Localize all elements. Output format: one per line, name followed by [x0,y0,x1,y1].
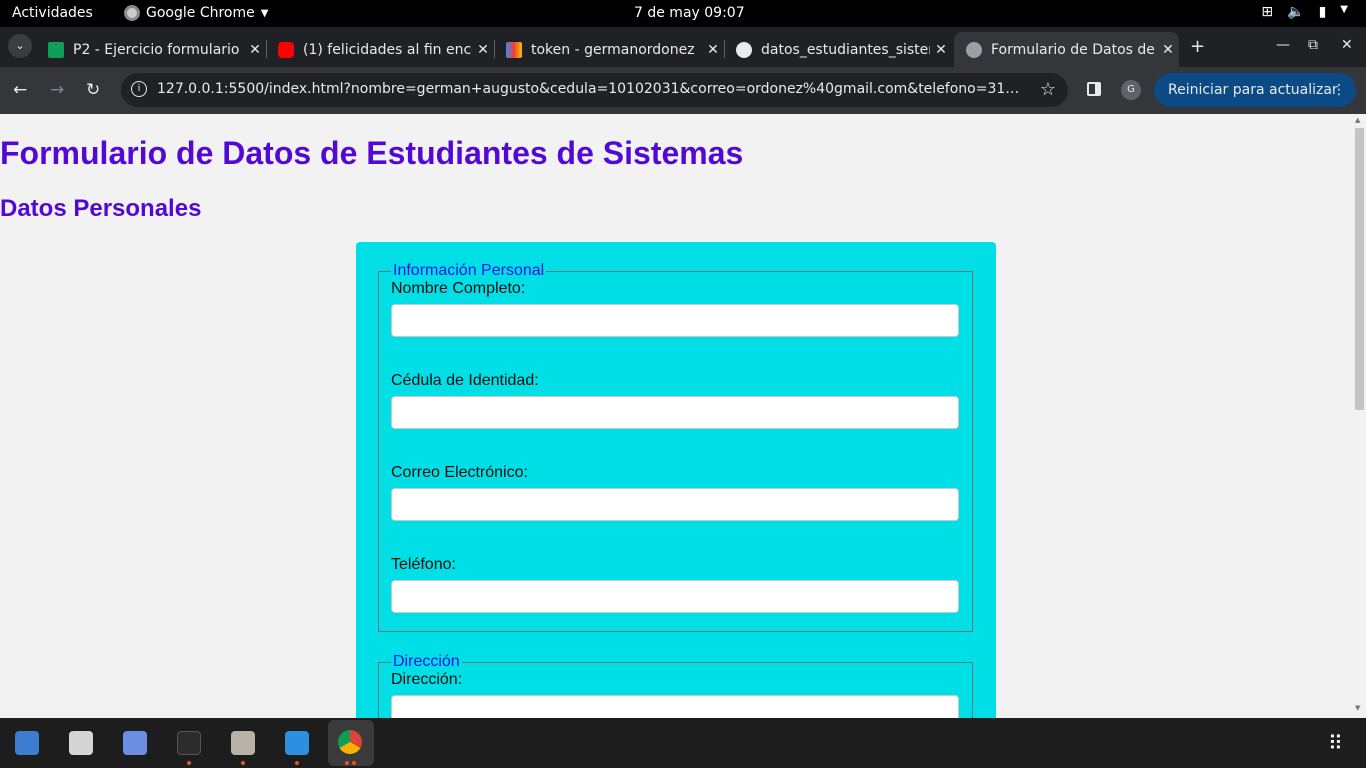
legend-personal-info: Información Personal [393,262,545,279]
close-icon[interactable]: ✕ [244,42,266,58]
input-direccion[interactable] [391,695,959,718]
network-icon: ⊞ [1261,4,1274,20]
running-indicator [345,761,349,765]
files-icon [231,731,255,755]
running-indicator [187,761,191,765]
url-text[interactable]: 127.0.0.1:5500/index.html?nombre=german+… [157,81,1027,97]
image-viewer-icon [69,731,93,755]
tab-github[interactable]: datos_estudiantes_sistemas ✕ [724,32,952,67]
dock-files[interactable] [224,724,262,762]
tab-title: datos_estudiantes_sistemas [761,41,930,58]
label-correo: Correo Electrónico: [391,464,528,481]
github-icon [736,41,752,58]
dock-terminal[interactable] [170,724,208,762]
browser-toolbar: ← → ↻ i 127.0.0.1:5500/index.html?nombre… [0,67,1366,114]
input-telefono[interactable] [391,580,959,613]
close-window-button[interactable]: ✕ [1341,37,1353,53]
vscode-icon [285,731,309,755]
tab-formulario-active[interactable]: Formulario de Datos de Estudiantes ✕ [954,32,1179,67]
tab-search-button[interactable]: ⌄ [8,34,32,58]
dock: ⠿ [0,718,1366,768]
label-direccion: Dirección: [391,671,463,688]
chrome-icon [338,730,362,754]
back-arrow-icon[interactable]: ← [13,80,27,100]
legend-address: Dirección [393,653,460,670]
scrollbar-thumb[interactable] [1355,128,1364,410]
tab-gmail[interactable]: token - germanordonez ✕ [494,32,724,67]
dock-text-editor[interactable] [8,724,46,762]
system-tray[interactable]: ⊞ 🔈 ▮ ▼ [1261,4,1348,20]
vertical-scrollbar[interactable]: ▲ ▼ [1352,114,1366,718]
terminal-icon [177,731,201,755]
input-cedula[interactable] [391,396,959,429]
screenshot-icon [123,731,147,755]
running-indicator [352,761,356,765]
close-icon[interactable]: ✕ [1157,42,1179,58]
volume-icon: 🔈 [1287,4,1305,20]
update-label: Reiniciar para actualizar [1168,82,1338,98]
running-indicator [295,761,299,765]
dock-image-viewer[interactable] [62,724,100,762]
fieldset-personal-info: Información Personal Nombre Completo: Cé… [378,262,973,632]
label-telefono: Teléfono: [391,556,456,573]
chrome-icon [124,5,140,21]
side-panel-icon[interactable] [1087,82,1101,96]
close-icon[interactable]: ✕ [702,42,724,58]
chevron-down-icon: ▼ [260,7,269,19]
profile-avatar[interactable]: G [1121,80,1141,100]
tab-title: Formulario de Datos de Estudiantes [991,41,1157,58]
new-tab-button[interactable]: + [1190,36,1205,57]
scroll-up-arrow-icon[interactable]: ▲ [1355,116,1360,124]
maximize-button[interactable]: ⧉ [1308,37,1318,53]
globe-icon [966,41,982,58]
minimize-button[interactable]: — [1276,37,1290,53]
tab-title: (1) felicidades al fin encontré [303,41,472,58]
classroom-icon [48,41,64,58]
reload-icon[interactable]: ↻ [86,80,100,100]
input-correo[interactable] [391,488,959,521]
student-form: Información Personal Nombre Completo: Cé… [356,242,996,718]
chevron-down-icon: ▼ [1340,4,1348,15]
relaunch-update-button[interactable]: Reiniciar para actualizar ⋮ [1154,73,1356,107]
close-icon[interactable]: ✕ [930,42,952,58]
bookmark-star-icon[interactable]: ☆ [1040,79,1056,100]
system-top-bar: Actividades Google Chrome ▼ 7 de may 09:… [0,0,1366,27]
close-icon[interactable]: ✕ [472,42,494,58]
input-nombre[interactable] [391,304,959,337]
clock[interactable]: 7 de may 09:07 [634,5,745,21]
page-title: Formulario de Datos de Estudiantes de Si… [0,135,744,171]
gmail-icon [506,41,522,58]
section-subtitle: Datos Personales [0,195,202,222]
label-nombre: Nombre Completo: [391,280,526,297]
forward-arrow-icon[interactable]: → [50,80,64,100]
dock-screenshot[interactable] [116,724,154,762]
text-editor-icon [15,731,39,755]
tab-title: P2 - Ejercicio formulario [73,41,240,58]
dock-chrome[interactable] [328,720,374,766]
fieldset-address: Dirección Dirección: [378,653,973,718]
app-menu[interactable]: Google Chrome ▼ [124,5,268,21]
tab-strip: ⌄ P2 - Ejercicio formulario ✕ (1) felici… [0,27,1366,67]
tab-p2-ejercicio[interactable]: P2 - Ejercicio formulario ✕ [36,32,266,67]
tab-title: token - germanordonez [531,41,695,58]
running-indicator [241,761,245,765]
activities-button[interactable]: Actividades [12,5,93,21]
show-apps-grid-icon[interactable]: ⠿ [1328,732,1350,754]
app-name: Google Chrome [146,5,255,21]
page-viewport: Formulario de Datos de Estudiantes de Si… [0,114,1352,718]
youtube-icon [278,41,294,58]
site-info-icon[interactable]: i [131,81,147,97]
label-cedula: Cédula de Identidad: [391,372,539,389]
kebab-menu-icon[interactable]: ⋮ [1332,73,1346,107]
dock-vscode[interactable] [278,724,316,762]
battery-icon: ▮ [1318,4,1327,20]
address-bar[interactable]: i 127.0.0.1:5500/index.html?nombre=germa… [121,73,1068,107]
tab-youtube[interactable]: (1) felicidades al fin encontré ✕ [266,32,494,67]
scroll-down-arrow-icon[interactable]: ▼ [1355,704,1360,712]
